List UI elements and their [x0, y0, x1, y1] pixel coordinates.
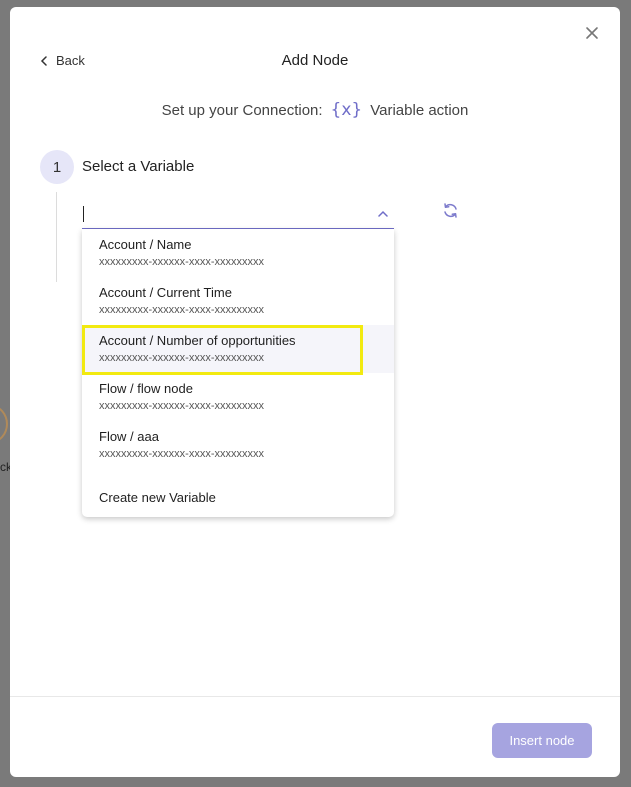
close-button[interactable] [584, 25, 600, 41]
connection-subtitle: Set up your Connection: {x} Variable act… [10, 100, 620, 120]
variable-icon: {x} [330, 100, 363, 120]
option-title: Account / Name [99, 237, 192, 252]
create-variable-label: Create new Variable [99, 490, 216, 505]
option-id: xxxxxxxxx-xxxxxx-xxxx-xxxxxxxxx [99, 448, 264, 460]
refresh-icon [444, 203, 457, 218]
option-id: xxxxxxxxx-xxxxxx-xxxx-xxxxxxxxx [99, 304, 264, 316]
backdrop-node-circle [0, 405, 8, 443]
option-id: xxxxxxxxx-xxxxxx-xxxx-xxxxxxxxx [99, 256, 264, 268]
close-icon [586, 27, 598, 39]
variable-select[interactable] [82, 200, 394, 229]
create-variable-option[interactable]: Create new Variable [82, 477, 394, 513]
dropdown-option[interactable]: Flow / flow node xxxxxxxxx-xxxxxx-xxxx-x… [82, 373, 394, 421]
add-node-modal: Back Add Node Set up your Connection: {x… [10, 7, 620, 777]
subtitle-prefix: Set up your Connection: [161, 101, 323, 119]
option-title: Account / Number of opportunities [99, 333, 296, 348]
step-number: 1 [40, 150, 74, 184]
text-caret [83, 206, 84, 222]
subtitle-action: Variable action [370, 101, 469, 119]
option-title: Account / Current Time [99, 285, 232, 300]
dropdown-option[interactable]: Flow / aaa xxxxxxxxx-xxxxxx-xxxx-xxxxxxx… [82, 421, 394, 469]
dropdown-option[interactable]: Account / Name xxxxxxxxx-xxxxxx-xxxx-xxx… [82, 229, 394, 277]
option-title: Flow / aaa [99, 429, 159, 444]
step-connector-line [56, 192, 57, 282]
step-label: Select a Variable [82, 158, 195, 175]
option-id: xxxxxxxxx-xxxxxx-xxxx-xxxxxxxxx [99, 400, 264, 412]
option-id: xxxxxxxxx-xxxxxx-xxxx-xxxxxxxxx [99, 352, 264, 364]
dropdown-option-highlighted[interactable]: Account / Number of opportunities xxxxxx… [82, 325, 394, 375]
dropdown-option[interactable]: Account / Current Time xxxxxxxxx-xxxxxx-… [82, 277, 394, 325]
footer-divider [10, 696, 620, 697]
refresh-button[interactable] [442, 202, 459, 219]
option-title: Flow / flow node [99, 381, 193, 396]
insert-node-button[interactable]: Insert node [492, 723, 592, 758]
modal-title: Add Node [281, 52, 349, 69]
chevron-up-icon[interactable] [378, 210, 388, 217]
variable-dropdown-list: Account / Name xxxxxxxxx-xxxxxx-xxxx-xxx… [82, 229, 394, 517]
